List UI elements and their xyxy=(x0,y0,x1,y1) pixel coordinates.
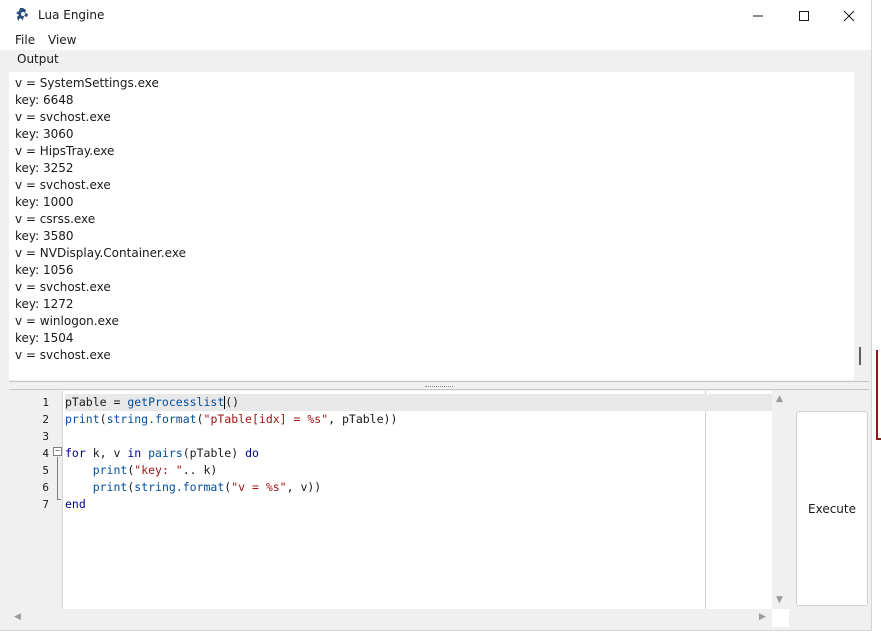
code-string: "key: " xyxy=(134,463,183,477)
menu-file[interactable]: File xyxy=(15,33,35,47)
panel-splitter[interactable] xyxy=(9,381,869,390)
line-number: 5 xyxy=(42,464,49,477)
output-lines: v = SystemSettings.exe key: 6648 v = svc… xyxy=(15,75,186,364)
line-number: 3 xyxy=(42,430,49,443)
code-text: ( xyxy=(196,412,204,426)
output-line: v = winlogon.exe xyxy=(15,314,119,328)
scroll-right-arrow-icon[interactable]: ▶ xyxy=(759,612,766,622)
output-line: key: 3060 xyxy=(15,127,74,141)
editor-vertical-scrollbar[interactable]: ▲ ▼ xyxy=(772,391,789,609)
output-line: v = HipsTray.exe xyxy=(15,144,115,158)
output-line: key: 6648 xyxy=(15,93,74,107)
code-editor[interactable]: 1 2 3 4 5 6 7 − pTable = getProcesslist(… xyxy=(9,391,789,627)
title-bar[interactable]: Lua Engine xyxy=(0,0,871,31)
code-line-2[interactable]: print(string.format("pTable[idx] = %s", … xyxy=(65,411,772,428)
background-window-frame xyxy=(876,350,881,440)
scroll-down-arrow-icon[interactable]: ▼ xyxy=(776,595,783,605)
output-line: v = svchost.exe xyxy=(15,280,111,294)
code-text: , v)) xyxy=(286,480,322,494)
code-function: print xyxy=(92,463,128,477)
fold-collapse-icon[interactable]: − xyxy=(53,447,62,456)
line-number: 2 xyxy=(42,413,49,426)
output-line: v = csrss.exe xyxy=(15,212,96,226)
lua-engine-app-icon xyxy=(16,8,28,21)
code-text: ( xyxy=(99,412,107,426)
fold-guide xyxy=(57,457,58,500)
code-function: string.format xyxy=(106,412,197,426)
output-line: v = svchost.exe xyxy=(15,110,111,124)
minimize-icon xyxy=(753,15,763,16)
output-label: Output xyxy=(17,52,59,66)
code-function: pairs xyxy=(148,446,183,460)
output-line: v = SystemSettings.exe xyxy=(15,76,159,90)
fold-guide-end xyxy=(57,499,61,500)
code-function: getProcesslist xyxy=(127,395,225,409)
code-line-1[interactable]: pTable = getProcesslist() xyxy=(65,394,772,411)
code-text: (pTable) xyxy=(182,446,246,460)
maximize-icon xyxy=(799,10,809,21)
execute-button[interactable]: Execute xyxy=(796,411,868,606)
code-line-4[interactable]: for k, v in pairs(pTable) do xyxy=(65,445,772,462)
output-scrollbar[interactable] xyxy=(854,72,868,380)
code-string: "v = %s" xyxy=(231,480,287,494)
menu-bar: File View xyxy=(0,31,871,50)
scroll-left-arrow-icon[interactable]: ◀ xyxy=(14,612,21,622)
menu-view[interactable]: View xyxy=(48,33,76,47)
code-function: string.format xyxy=(134,480,225,494)
output-line: v = NVDisplay.Container.exe xyxy=(15,246,186,260)
code-line-6[interactable]: print(string.format("v = %s", v)) xyxy=(65,479,772,496)
code-text: () xyxy=(225,395,240,409)
code-text: pTable = xyxy=(65,395,128,409)
code-keyword: end xyxy=(65,497,86,511)
code-line-7[interactable]: end xyxy=(65,496,772,513)
code-text: k, v xyxy=(85,446,128,460)
output-line: key: 3252 xyxy=(15,161,74,175)
line-number: 6 xyxy=(42,481,49,494)
close-icon xyxy=(843,10,855,21)
editor-horizontal-scrollbar[interactable]: ◀ ▶ xyxy=(9,609,772,627)
code-text: , pTable)) xyxy=(328,412,398,426)
code-text: .. k) xyxy=(182,463,218,477)
output-line: v = svchost.exe xyxy=(15,178,111,192)
code-keyword: in xyxy=(127,446,142,460)
output-line: key: 1504 xyxy=(15,331,74,345)
code-line-5[interactable]: print("key: ".. k) xyxy=(65,462,772,479)
output-line: v = svchost.exe xyxy=(15,348,111,362)
output-panel[interactable]: v = SystemSettings.exe key: 6648 v = svc… xyxy=(9,72,854,380)
code-function: print xyxy=(65,412,100,426)
line-number-gutter: 1 2 3 4 5 6 7 − xyxy=(9,391,63,609)
maximize-button[interactable] xyxy=(781,0,827,31)
code-function: print xyxy=(92,480,128,494)
code-keyword: for xyxy=(65,446,86,460)
minimize-button[interactable] xyxy=(735,0,781,31)
output-line: key: 1272 xyxy=(15,297,74,311)
splitter-grip-icon xyxy=(425,386,453,387)
output-scrollbar-thumb[interactable] xyxy=(859,347,861,365)
close-button[interactable] xyxy=(826,0,872,31)
background-window-strip xyxy=(872,0,881,637)
line-number: 1 xyxy=(42,396,49,409)
code-keyword: do xyxy=(245,446,259,460)
line-number: 4 xyxy=(42,447,49,460)
output-line: key: 1056 xyxy=(15,263,74,277)
code-string: "pTable[idx] = %s" xyxy=(203,412,329,426)
output-line: key: 3580 xyxy=(15,229,74,243)
code-line-3[interactable] xyxy=(65,428,772,445)
code-lines: pTable = getProcesslist() print(string.f… xyxy=(65,394,772,513)
scroll-up-arrow-icon[interactable]: ▲ xyxy=(776,394,783,404)
line-number: 7 xyxy=(42,498,49,511)
output-line: key: 1000 xyxy=(15,195,74,209)
window-title: Lua Engine xyxy=(38,8,105,22)
lua-engine-window: Lua Engine File View Output v = SystemSe… xyxy=(0,0,872,631)
